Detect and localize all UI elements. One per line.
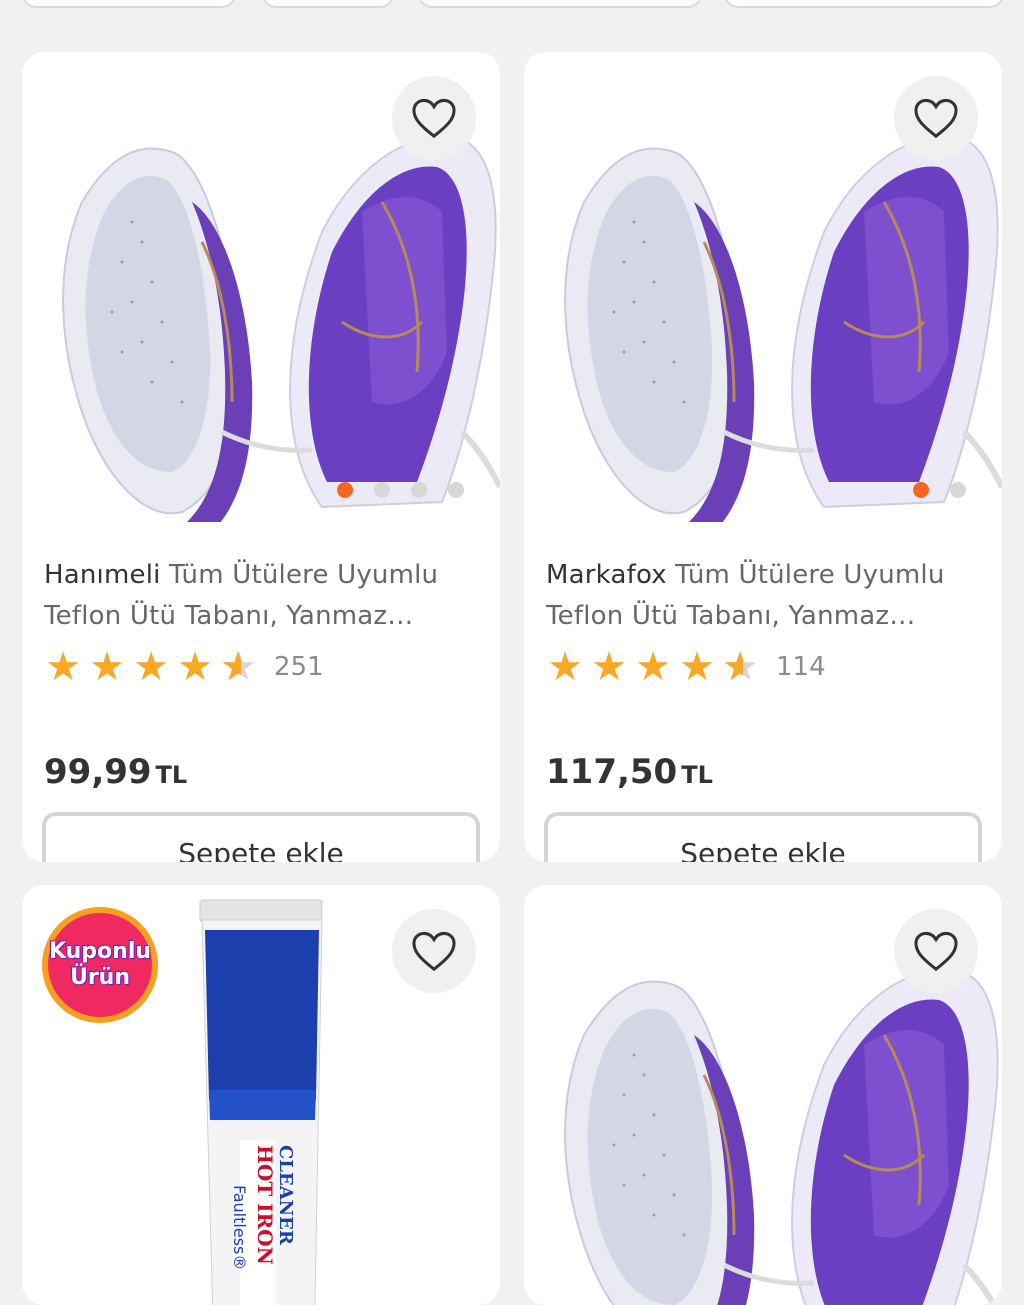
star-icon: ★: [45, 644, 81, 690]
heart-icon: [412, 98, 456, 139]
rating-count: 251: [274, 652, 324, 682]
half-star-icon: ★: [720, 645, 762, 689]
carousel-dot[interactable]: [913, 482, 929, 498]
product-brand: Markafox: [546, 560, 667, 590]
product-title[interactable]: Hanımeli Tüm Ütülere Uyumlu Teflon Ütü T…: [44, 555, 484, 637]
filter-chip[interactable]: [418, 0, 702, 8]
svg-text:Faultless®: Faultless®: [230, 1185, 249, 1270]
carousel-dots: [337, 482, 464, 498]
star-icon: ★: [635, 644, 671, 690]
carousel-dot[interactable]: [448, 482, 464, 498]
heart-icon: [412, 931, 456, 972]
favorite-button[interactable]: [392, 76, 476, 160]
price-amount: 117,50: [546, 752, 678, 792]
half-star-icon: ★: [218, 645, 260, 689]
star-icon: ★: [177, 644, 213, 690]
product-price: 99,99 TL: [44, 752, 187, 792]
filter-chip[interactable]: [724, 0, 1004, 8]
svg-text:CLEANER: CLEANER: [275, 1145, 296, 1246]
favorite-button[interactable]: [894, 76, 978, 160]
star-icon: ★: [547, 644, 583, 690]
star-icon: ★: [89, 644, 125, 690]
filter-chip[interactable]: [262, 0, 394, 8]
price-currency: TL: [155, 761, 188, 789]
product-card[interactable]: Markafox Tüm Ütülere Uyumlu Teflon Ütü T…: [524, 52, 1002, 862]
product-card[interactable]: [524, 885, 1002, 1305]
carousel-dot[interactable]: [950, 482, 966, 498]
filter-bar: [0, 0, 1024, 14]
star-icon: ★: [591, 644, 627, 690]
product-card[interactable]: Hanımeli Tüm Ütülere Uyumlu Teflon Ütü T…: [22, 52, 500, 862]
rating-count: 114: [776, 652, 826, 682]
star-icon: ★: [679, 644, 715, 690]
heart-icon: [914, 931, 958, 972]
carousel-dot[interactable]: [374, 482, 390, 498]
rating-stars: ★ ★ ★ ★ ★: [42, 645, 260, 689]
badge-line1: Kuponlu: [48, 939, 152, 964]
favorite-button[interactable]: [894, 909, 978, 993]
heart-icon: [914, 98, 958, 139]
add-to-cart-button[interactable]: Sepete ekle: [544, 812, 982, 862]
product-rating: ★ ★ ★ ★ ★ 114: [544, 645, 826, 689]
svg-text:HOT IRON: HOT IRON: [253, 1145, 277, 1265]
coupon-badge: Kuponlu Ürün: [42, 907, 158, 1023]
carousel-dot[interactable]: [411, 482, 427, 498]
product-title[interactable]: Markafox Tüm Ütülere Uyumlu Teflon Ütü T…: [546, 555, 986, 637]
badge-line2: Ürün: [69, 965, 131, 990]
product-price: 117,50 TL: [546, 752, 713, 792]
star-icon: ★: [133, 644, 169, 690]
favorite-button[interactable]: [392, 909, 476, 993]
filter-chip[interactable]: [22, 0, 236, 8]
price-amount: 99,99: [44, 752, 152, 792]
carousel-dot[interactable]: [337, 482, 353, 498]
carousel-dots: [913, 482, 966, 498]
product-card[interactable]: HOT IRON CLEANER Faultless® Kuponlu Ürün: [22, 885, 500, 1305]
rating-stars: ★ ★ ★ ★ ★: [544, 645, 762, 689]
product-brand: Hanımeli: [44, 560, 161, 590]
add-to-cart-button[interactable]: Sepete ekle: [42, 812, 480, 862]
product-rating: ★ ★ ★ ★ ★ 251: [42, 645, 324, 689]
price-currency: TL: [681, 761, 713, 789]
